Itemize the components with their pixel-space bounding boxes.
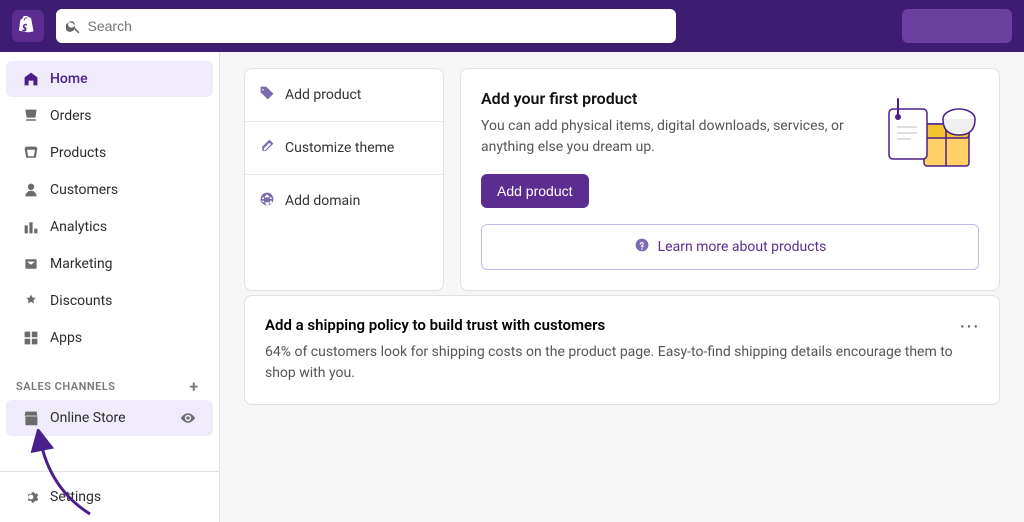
sidebar-item-orders[interactable]: Orders bbox=[6, 98, 213, 134]
sidebar-label-discounts: Discounts bbox=[50, 293, 112, 309]
sales-channels-section: SALES CHANNELS + bbox=[0, 365, 219, 399]
topnav-right-button[interactable] bbox=[902, 9, 1012, 43]
add-sales-channel-button[interactable]: + bbox=[185, 377, 203, 395]
search-bar[interactable] bbox=[56, 9, 676, 43]
sidebar-label-products: Products bbox=[50, 145, 106, 161]
add-product-action[interactable]: Add product bbox=[245, 69, 443, 122]
logo[interactable] bbox=[12, 10, 44, 42]
orders-icon bbox=[22, 107, 40, 125]
sidebar-item-products[interactable]: Products bbox=[6, 135, 213, 171]
sidebar-label-customers: Customers bbox=[50, 182, 118, 198]
product-promo-card: Add your first product You can add physi… bbox=[460, 68, 1000, 291]
brush-icon bbox=[259, 138, 275, 158]
sidebar-item-discounts[interactable]: Discounts bbox=[6, 283, 213, 319]
shipping-card: Add a shipping policy to build trust wit… bbox=[244, 295, 1000, 405]
shipping-card-title: Add a shipping policy to build trust wit… bbox=[265, 316, 605, 334]
product-promo-description: You can add physical items, digital down… bbox=[481, 116, 853, 158]
sidebar-label-analytics: Analytics bbox=[50, 219, 107, 235]
product-promo-title: Add your first product bbox=[481, 89, 853, 108]
discounts-icon bbox=[22, 292, 40, 310]
main-content: Add product Customize theme Add domain bbox=[220, 52, 1024, 522]
customize-theme-label: Customize theme bbox=[285, 140, 394, 156]
search-input[interactable] bbox=[88, 18, 667, 34]
sidebar-label-apps: Apps bbox=[50, 330, 82, 346]
search-icon bbox=[66, 19, 80, 33]
sidebar-item-analytics[interactable]: Analytics bbox=[6, 209, 213, 245]
marketing-icon bbox=[22, 255, 40, 273]
eye-icon[interactable] bbox=[179, 409, 197, 427]
add-product-label: Add product bbox=[285, 87, 361, 103]
add-domain-label: Add domain bbox=[285, 193, 360, 209]
sidebar-item-apps[interactable]: Apps bbox=[6, 320, 213, 356]
product-promo-text: Add your first product You can add physi… bbox=[481, 89, 853, 208]
add-domain-action[interactable]: Add domain bbox=[245, 175, 443, 227]
customize-theme-action[interactable]: Customize theme bbox=[245, 122, 443, 175]
customers-icon bbox=[22, 181, 40, 199]
sidebar-label-orders: Orders bbox=[50, 108, 92, 124]
settings-label: Settings bbox=[50, 489, 101, 505]
learn-more-label: Learn more about products bbox=[658, 239, 827, 255]
online-store-label: Online Store bbox=[50, 410, 126, 426]
globe-icon bbox=[259, 191, 275, 211]
tag-icon bbox=[259, 85, 275, 105]
sidebar-item-home[interactable]: Home bbox=[6, 61, 213, 97]
shipping-card-description: 64% of customers look for shipping costs… bbox=[265, 342, 979, 384]
action-cards-section: Add product Customize theme Add domain bbox=[244, 52, 1000, 291]
sidebar-item-customers[interactable]: Customers bbox=[6, 172, 213, 208]
add-product-button[interactable]: Add product bbox=[481, 174, 589, 208]
settings-icon bbox=[22, 488, 40, 506]
sidebar: Home Orders Products Customers bbox=[0, 52, 220, 522]
sidebar-label-marketing: Marketing bbox=[50, 256, 113, 272]
sidebar-item-marketing[interactable]: Marketing bbox=[6, 246, 213, 282]
shopify-icon bbox=[18, 16, 38, 36]
home-icon bbox=[22, 70, 40, 88]
learn-more-button[interactable]: Learn more about products bbox=[481, 224, 979, 270]
sidebar-label-home: Home bbox=[50, 71, 88, 87]
sidebar-item-settings[interactable]: Settings bbox=[6, 479, 213, 515]
product-illustration bbox=[869, 89, 979, 179]
online-store-icon bbox=[22, 409, 40, 427]
apps-icon bbox=[22, 329, 40, 347]
help-circle-icon bbox=[634, 237, 650, 257]
more-options-button[interactable]: ··· bbox=[959, 316, 979, 336]
analytics-icon bbox=[22, 218, 40, 236]
action-list: Add product Customize theme Add domain bbox=[244, 68, 444, 291]
products-icon bbox=[22, 144, 40, 162]
top-nav bbox=[0, 0, 1024, 52]
sidebar-bottom: Settings bbox=[0, 471, 219, 522]
sidebar-item-online-store[interactable]: Online Store bbox=[6, 400, 213, 436]
